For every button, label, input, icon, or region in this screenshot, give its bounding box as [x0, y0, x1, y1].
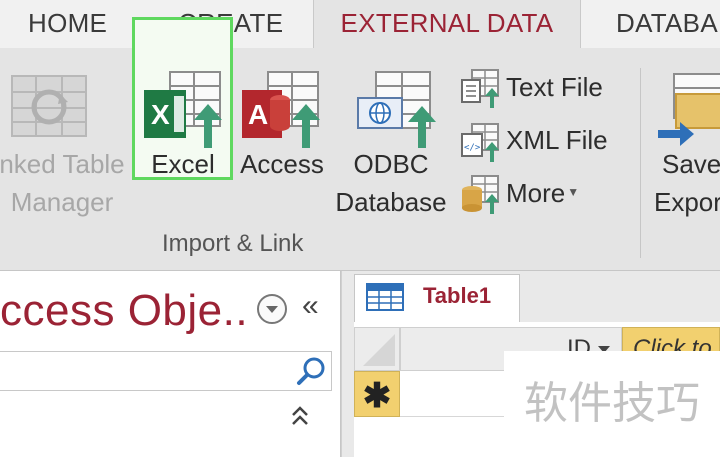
excel-icon: X: [144, 71, 222, 148]
nav-pane-menu-button[interactable]: [257, 294, 287, 324]
odbc-database-icon: [357, 71, 436, 148]
select-all-cell[interactable]: [354, 327, 400, 371]
search-icon: [297, 357, 325, 385]
xml-file-icon: </>: [461, 123, 499, 162]
more-icon: [462, 175, 499, 214]
table-icon: [366, 283, 404, 311]
tab-home[interactable]: HOME: [28, 0, 107, 48]
ribbon-group-separator: [640, 68, 641, 258]
nav-search-button[interactable]: [294, 354, 330, 388]
linked-table-manager-label-1: nked Table: [0, 149, 125, 179]
svg-text:</>: </>: [464, 143, 481, 153]
access-label: Access: [240, 149, 324, 179]
more-label: More: [506, 178, 566, 208]
nav-group-collapse-button[interactable]: [290, 405, 310, 433]
saved-exports-icon: [658, 73, 720, 146]
watermark: 软件技巧: [504, 351, 720, 457]
odbc-label-1: ODBC: [353, 149, 429, 179]
select-all-triangle-icon: [363, 334, 395, 366]
text-file-icon: [461, 69, 499, 108]
nav-pane-title[interactable]: ccess Obje...: [0, 286, 245, 336]
linked-table-manager-icon: [11, 75, 87, 137]
linked-table-manager-label-2: Manager: [10, 187, 114, 217]
tab-database-tools[interactable]: DATABA: [616, 0, 718, 48]
access-icon: A: [242, 71, 320, 148]
dropdown-caret-icon: ▼: [567, 185, 580, 199]
excel-label: Excel: [151, 149, 215, 179]
text-file-label: Text File: [506, 72, 603, 102]
shutter-bar-close-button[interactable]: «: [302, 289, 319, 323]
tab-external-data[interactable]: EXTERNAL DATA: [313, 0, 581, 49]
odbc-label-2: Database: [335, 187, 447, 217]
svg-text:A: A: [248, 99, 268, 130]
new-record-selector[interactable]: ✱: [354, 371, 400, 417]
chevron-down-icon: [266, 306, 278, 313]
double-chevron-up-icon: [292, 406, 308, 425]
table1-tab-label: Table1: [423, 283, 492, 308]
saved-exports-label-1: Save: [662, 149, 720, 179]
xml-file-label: XML File: [506, 125, 608, 155]
svg-text:X: X: [151, 99, 170, 130]
import-link-group-label: Import & Link: [162, 230, 304, 257]
saved-exports-label-2: Expor: [654, 187, 720, 217]
ribbon-tab-strip: HOME CREATE EXTERNAL DATA DATABA: [0, 0, 720, 49]
nav-search-input[interactable]: [0, 351, 332, 391]
